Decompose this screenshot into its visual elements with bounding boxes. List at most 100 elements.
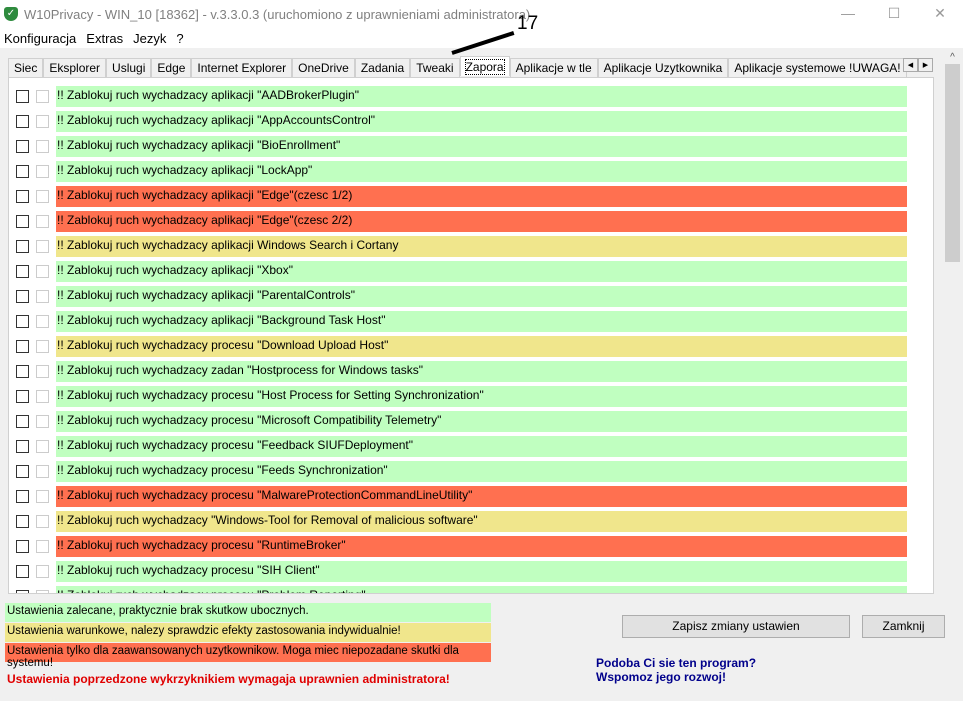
donate-line-2[interactable]: Wspomoz jego rozwoj!	[596, 670, 756, 684]
setting-label[interactable]: !! Zablokuj ruch wychadzacy aplikacji "B…	[56, 311, 907, 332]
setting-checkbox[interactable]	[16, 315, 29, 328]
setting-label[interactable]: !! Zablokuj ruch wychadzacy "Windows-Too…	[56, 511, 907, 532]
setting-label[interactable]: !! Zablokuj ruch wychadzacy procesu "Run…	[56, 536, 907, 557]
setting-checkbox-secondary[interactable]	[36, 290, 49, 303]
tab-zadania[interactable]: Zadania	[354, 58, 411, 77]
setting-row: !! Zablokuj ruch wychadzacy procesu "Run…	[9, 536, 909, 557]
setting-label[interactable]: !! Zablokuj ruch wychadzacy procesu "SIH…	[56, 561, 907, 582]
setting-checkbox-secondary[interactable]	[36, 390, 49, 403]
tab-onedrive[interactable]: OneDrive	[292, 58, 355, 77]
setting-checkbox-secondary[interactable]	[36, 440, 49, 453]
setting-checkbox[interactable]	[16, 415, 29, 428]
setting-checkbox[interactable]	[16, 465, 29, 478]
setting-checkbox[interactable]	[16, 140, 29, 153]
setting-checkbox-secondary[interactable]	[36, 165, 49, 178]
menu-jezyk[interactable]: Jezyk	[129, 31, 172, 46]
setting-label[interactable]: !! Zablokuj ruch wychadzacy procesu "Hos…	[56, 386, 907, 407]
setting-label[interactable]: !! Zablokuj ruch wychadzacy aplikacji "A…	[56, 86, 907, 107]
tab-scroll-left-icon[interactable]: ◀	[903, 58, 918, 72]
tab-eksplorer[interactable]: Eksplorer	[43, 58, 107, 77]
setting-checkbox[interactable]	[16, 290, 29, 303]
setting-label[interactable]: !! Zablokuj ruch wychadzacy aplikacji Wi…	[56, 236, 907, 257]
setting-checkbox[interactable]	[16, 515, 29, 528]
setting-checkbox-secondary[interactable]	[36, 190, 49, 203]
setting-row: !! Zablokuj ruch wychadzacy "Windows-Too…	[9, 511, 909, 532]
setting-label[interactable]: !! Zablokuj ruch wychadzacy aplikacji "E…	[56, 186, 907, 207]
donate-line-1[interactable]: Podoba Ci sie ten program?	[596, 656, 756, 670]
setting-checkbox-secondary[interactable]	[36, 240, 49, 253]
setting-checkbox-secondary[interactable]	[36, 540, 49, 553]
setting-checkbox[interactable]	[16, 440, 29, 453]
setting-label[interactable]: !! Zablokuj ruch wychadzacy aplikacji "P…	[56, 286, 907, 307]
setting-label[interactable]: !! Zablokuj ruch wychadzacy procesu "Mic…	[56, 411, 907, 432]
setting-checkbox[interactable]	[16, 340, 29, 353]
setting-label[interactable]: !! Zablokuj ruch wychadzacy procesu "Fee…	[56, 436, 907, 457]
vertical-scrollbar[interactable]: ^	[944, 52, 961, 594]
menu-extras[interactable]: Extras	[82, 31, 129, 46]
setting-checkbox-secondary[interactable]	[36, 465, 49, 478]
setting-checkbox-secondary[interactable]	[36, 115, 49, 128]
setting-label[interactable]: !! Zablokuj ruch wychadzacy aplikacji "X…	[56, 261, 907, 282]
setting-checkbox[interactable]	[16, 165, 29, 178]
setting-checkbox-secondary[interactable]	[36, 415, 49, 428]
setting-checkbox-secondary[interactable]	[36, 140, 49, 153]
setting-label[interactable]: !! Zablokuj ruch wychadzacy procesu "Pro…	[56, 586, 907, 593]
menu-help[interactable]: ?	[172, 31, 189, 46]
setting-label[interactable]: !! Zablokuj ruch wychadzacy aplikacji "E…	[56, 211, 907, 232]
setting-checkbox[interactable]	[16, 590, 29, 593]
setting-checkbox-secondary[interactable]	[36, 590, 49, 593]
tab-internet-explorer[interactable]: Internet Explorer	[191, 58, 293, 77]
setting-checkbox[interactable]	[16, 115, 29, 128]
setting-label[interactable]: !! Zablokuj ruch wychadzacy aplikacji "B…	[56, 136, 907, 157]
setting-checkbox-secondary[interactable]	[36, 565, 49, 578]
setting-checkbox-secondary[interactable]	[36, 515, 49, 528]
setting-checkbox-secondary[interactable]	[36, 490, 49, 503]
close-app-button[interactable]: Zamknij	[862, 615, 945, 638]
tab-zapora[interactable]: Zapora	[459, 56, 510, 76]
legend-yellow: Ustawienia warunkowe, nalezy sprawdzic e…	[5, 623, 491, 642]
setting-row: !! Zablokuj ruch wychadzacy aplikacji "A…	[9, 86, 909, 107]
setting-checkbox[interactable]	[16, 540, 29, 553]
tab-label: Internet Explorer	[197, 61, 287, 75]
setting-label[interactable]: !! Zablokuj ruch wychadzacy procesu "Dow…	[56, 336, 907, 357]
setting-checkbox-secondary[interactable]	[36, 340, 49, 353]
close-button[interactable]: ✕	[917, 0, 963, 28]
tab-aplikacje-uzytkownika[interactable]: Aplikacje Uzytkownika	[597, 58, 729, 77]
tab-edge[interactable]: Edge	[151, 58, 192, 77]
tab-aplikacje-w-tle[interactable]: Aplikacje w tle	[509, 58, 598, 77]
setting-label[interactable]: !! Zablokuj ruch wychadzacy procesu "Fee…	[56, 461, 907, 482]
tab-siec[interactable]: Siec	[8, 58, 44, 77]
setting-checkbox[interactable]	[16, 490, 29, 503]
menu-konfiguracja[interactable]: Konfiguracja	[0, 31, 82, 46]
tab-aplikacje-systemowe-uwaga[interactable]: Aplikacje systemowe !UWAGA!	[728, 58, 907, 77]
setting-row: !! Zablokuj ruch wychadzacy procesu "Dow…	[9, 336, 909, 357]
tab-label: Eksplorer	[49, 61, 101, 75]
tab-scroll-right-icon[interactable]: ▶	[918, 58, 933, 72]
setting-label[interactable]: !! Zablokuj ruch wychadzacy aplikacji "A…	[56, 111, 907, 132]
setting-checkbox[interactable]	[16, 265, 29, 278]
minimize-button[interactable]: —	[825, 0, 871, 28]
tab-uslugi[interactable]: Uslugi	[106, 58, 152, 77]
setting-label[interactable]: !! Zablokuj ruch wychadzacy procesu "Mal…	[56, 486, 907, 507]
setting-checkbox[interactable]	[16, 390, 29, 403]
maximize-button[interactable]: ☐	[871, 0, 917, 28]
setting-checkbox[interactable]	[16, 365, 29, 378]
title-bar: ✓ W10Privacy - WIN_10 [18362] - v.3.3.0.…	[0, 0, 963, 28]
setting-checkbox-secondary[interactable]	[36, 365, 49, 378]
setting-label[interactable]: !! Zablokuj ruch wychadzacy zadan "Hostp…	[56, 361, 907, 382]
tab-label: Aplikacje Uzytkownika	[603, 61, 723, 75]
setting-checkbox[interactable]	[16, 215, 29, 228]
setting-checkbox[interactable]	[16, 190, 29, 203]
donate-link[interactable]: Podoba Ci sie ten program? Wspomoz jego …	[596, 656, 756, 684]
save-button[interactable]: Zapisz zmiany ustawien	[622, 615, 850, 638]
setting-checkbox-secondary[interactable]	[36, 265, 49, 278]
scroll-thumb[interactable]	[945, 64, 960, 262]
setting-checkbox[interactable]	[16, 565, 29, 578]
setting-label[interactable]: !! Zablokuj ruch wychadzacy aplikacji "L…	[56, 161, 907, 182]
setting-checkbox-secondary[interactable]	[36, 315, 49, 328]
setting-checkbox[interactable]	[16, 240, 29, 253]
setting-checkbox-secondary[interactable]	[36, 215, 49, 228]
tab-tweaki[interactable]: Tweaki	[410, 58, 460, 77]
setting-checkbox-secondary[interactable]	[36, 90, 49, 103]
setting-checkbox[interactable]	[16, 90, 29, 103]
